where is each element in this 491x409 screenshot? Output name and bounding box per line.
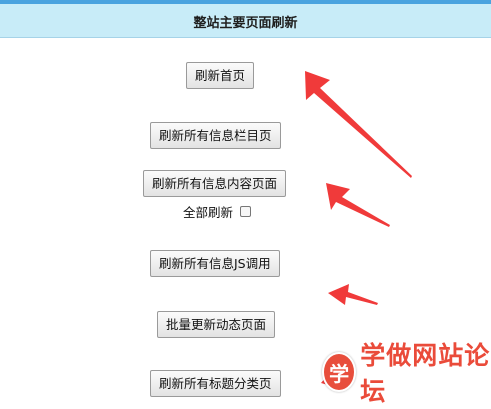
site-watermark: 学 学做网站论坛 [322, 341, 491, 406]
all-refresh-label: 全部刷新 [183, 205, 234, 220]
watermark-logo: 学 [322, 352, 357, 392]
refresh-page: 整站主要页面刷新 刷新首页 刷新所有信息栏目页 刷新所有信息内容页面 全部刷新 … [0, 0, 491, 409]
refresh-info-column-pages-button[interactable]: 刷新所有信息栏目页 [150, 122, 281, 149]
refresh-topic-category-pages-button[interactable]: 刷新所有标题分类页 [150, 370, 281, 397]
annotation-arrow-js [328, 284, 378, 305]
all-refresh-option: 全部刷新 [183, 202, 252, 221]
annotation-arrow-home [305, 71, 412, 178]
batch-update-dynamic-pages-button[interactable]: 批量更新动态页面 [157, 311, 276, 338]
refresh-info-js-button[interactable]: 刷新所有信息JS调用 [150, 250, 280, 277]
section-header: 整站主要页面刷新 [0, 4, 491, 38]
section-title: 整站主要页面刷新 [193, 16, 298, 31]
annotation-arrow-content [326, 183, 390, 227]
all-refresh-checkbox[interactable] [240, 206, 252, 217]
refresh-home-button[interactable]: 刷新首页 [186, 62, 255, 89]
refresh-info-content-pages-button[interactable]: 刷新所有信息内容页面 [143, 170, 287, 197]
watermark-text: 学做网站论坛 [360, 341, 491, 406]
